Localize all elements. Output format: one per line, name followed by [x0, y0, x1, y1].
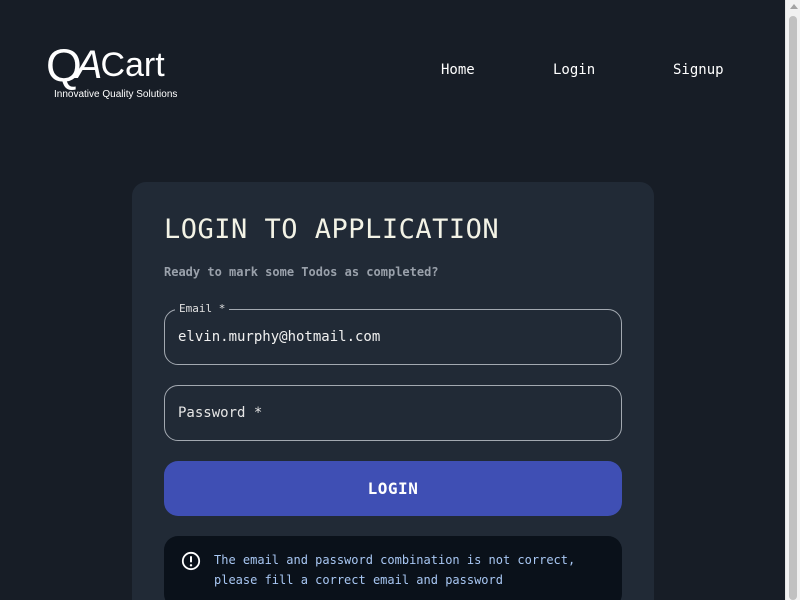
- scrollbar-thumb[interactable]: [789, 16, 797, 600]
- logo-tagline: Innovative Quality Solutions: [54, 89, 178, 100]
- nav-home-link[interactable]: Home: [441, 62, 475, 78]
- nav-login-link[interactable]: Login: [553, 62, 595, 78]
- page-subtitle: Ready to mark some Todos as completed?: [164, 265, 439, 279]
- info-circle-icon: [181, 551, 201, 571]
- email-field: Email *: [164, 302, 622, 365]
- page-scrollbar[interactable]: [785, 0, 800, 600]
- scroll-up-arrow-icon[interactable]: [790, 4, 798, 9]
- error-message: The email and password combination is no…: [214, 550, 614, 590]
- page: Q A Cart Innovative Quality Solutions Home…: [0, 0, 785, 600]
- login-card: LOGIN TO APPLICATION Ready to mark some …: [132, 182, 654, 600]
- page-title: LOGIN TO APPLICATION: [164, 214, 500, 245]
- nav-signup-link[interactable]: Signup: [673, 62, 724, 78]
- password-input[interactable]: [178, 386, 608, 440]
- top-nav: Home Login Signup: [0, 62, 785, 82]
- email-input[interactable]: [178, 310, 608, 364]
- error-message-line2: please fill a correct email and password: [214, 573, 503, 587]
- error-message-line1: The email and password combination is no…: [214, 553, 576, 567]
- error-alert: The email and password combination is no…: [164, 536, 622, 600]
- login-button[interactable]: LOGIN: [164, 461, 622, 516]
- password-field: [164, 385, 622, 441]
